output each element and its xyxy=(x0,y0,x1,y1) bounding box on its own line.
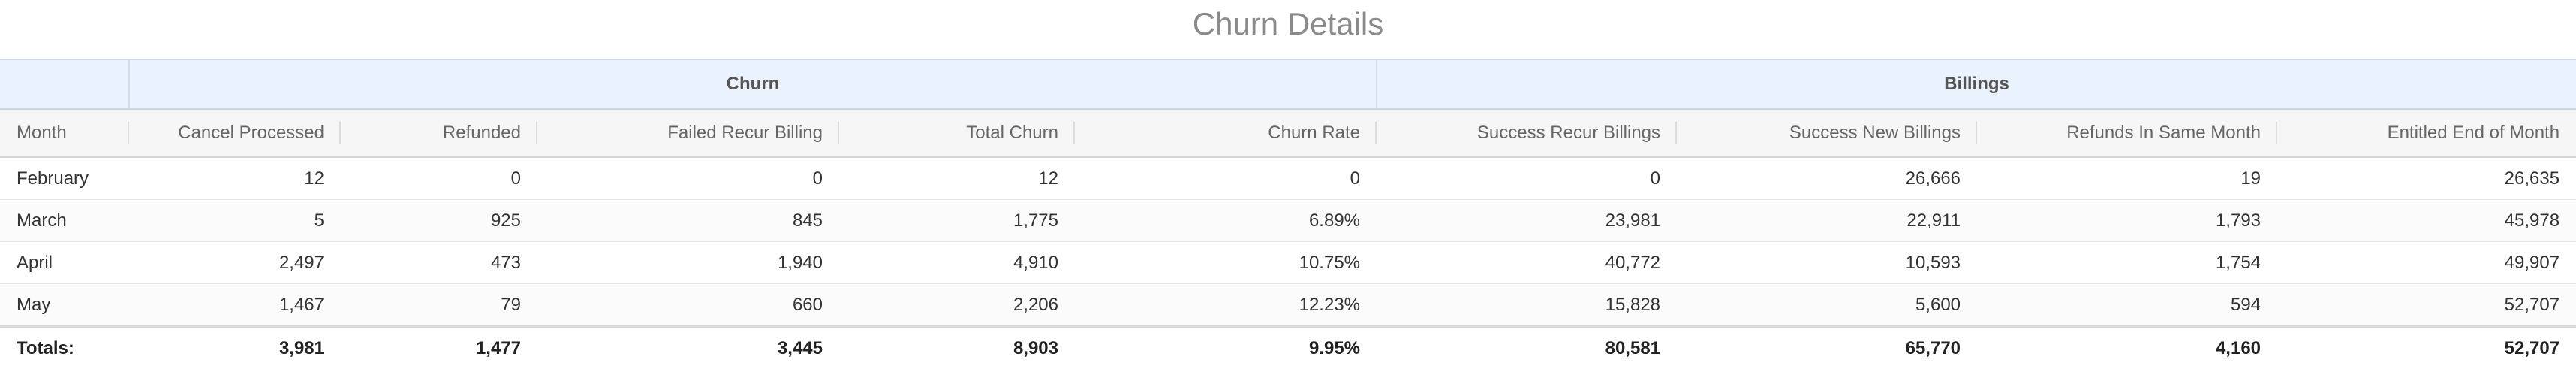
cell-failed-recur-billing: 845 xyxy=(537,199,839,242)
column-header-cancel-processed[interactable]: Cancel Processed xyxy=(129,109,341,158)
cell-cancel-processed: 2,497 xyxy=(129,241,341,284)
cell-churn-rate: 0 xyxy=(1075,157,1377,200)
cell-refunds-in-same-month: 1,793 xyxy=(1977,199,2278,242)
page-title: Churn Details xyxy=(1192,6,1384,41)
column-header-entitled-end-of-month[interactable]: Entitled End of Month xyxy=(2277,109,2576,158)
cell-cancel-processed: 1,467 xyxy=(129,283,341,328)
total-failed-recur-billing: 3,445 xyxy=(537,325,839,369)
cell-success-recur-billings: 15,828 xyxy=(1377,283,1678,328)
cell-churn-rate: 10.75% xyxy=(1075,241,1377,284)
churn-details-table: Churn Billings Month Cancel Processed Re… xyxy=(0,59,2576,369)
cell-total-churn: 1,775 xyxy=(839,199,1075,242)
totals-row: Totals: 3,981 1,477 3,445 8,903 9.95% 80… xyxy=(0,325,2576,369)
cell-month: February xyxy=(0,157,129,200)
total-cancel-processed: 3,981 xyxy=(129,325,341,369)
cell-success-recur-billings: 40,772 xyxy=(1377,241,1678,284)
cell-refunds-in-same-month: 19 xyxy=(1977,157,2278,200)
cell-churn-rate: 6.89% xyxy=(1075,199,1377,242)
cell-success-new-billings: 5,600 xyxy=(1677,283,1978,328)
column-header-refunded[interactable]: Refunded xyxy=(341,109,537,158)
column-header-churn-rate[interactable]: Churn Rate xyxy=(1075,109,1377,158)
column-header-success-new-billings[interactable]: Success New Billings xyxy=(1677,109,1978,158)
table-row: March 5 925 845 1,775 6.89% 23,981 22,91… xyxy=(0,199,2576,242)
total-success-new-billings: 65,770 xyxy=(1677,325,1978,369)
table-row: February 12 0 0 12 0 0 26,666 19 26,635 xyxy=(0,157,2576,200)
column-header-month[interactable]: Month xyxy=(0,109,129,158)
cell-total-churn: 12 xyxy=(839,157,1075,200)
cell-churn-rate: 12.23% xyxy=(1075,283,1377,328)
column-header-total-churn[interactable]: Total Churn xyxy=(839,109,1075,158)
total-success-recur-billings: 80,581 xyxy=(1377,325,1678,369)
cell-success-recur-billings: 23,981 xyxy=(1377,199,1678,242)
cell-success-new-billings: 10,593 xyxy=(1677,241,1978,284)
cell-refunds-in-same-month: 1,754 xyxy=(1977,241,2278,284)
total-entitled-end-of-month: 52,707 xyxy=(2277,325,2576,369)
cell-entitled-end-of-month: 26,635 xyxy=(2277,157,2576,200)
cell-success-recur-billings: 0 xyxy=(1377,157,1678,200)
cell-month: April xyxy=(0,241,129,284)
cell-entitled-end-of-month: 52,707 xyxy=(2277,283,2576,328)
cell-entitled-end-of-month: 49,907 xyxy=(2277,241,2576,284)
cell-refunded: 79 xyxy=(341,283,537,328)
group-header-spacer xyxy=(0,59,129,110)
cell-total-churn: 2,206 xyxy=(839,283,1075,328)
cell-refunds-in-same-month: 594 xyxy=(1977,283,2278,328)
cell-entitled-end-of-month: 45,978 xyxy=(2277,199,2576,242)
group-header-churn: Churn xyxy=(128,59,1377,110)
cell-failed-recur-billing: 660 xyxy=(537,283,839,328)
table-row: April 2,497 473 1,940 4,910 10.75% 40,77… xyxy=(0,241,2576,284)
cell-month: May xyxy=(0,283,129,328)
cell-refunded: 925 xyxy=(341,199,537,242)
cell-refunded: 0 xyxy=(341,157,537,200)
cell-cancel-processed: 12 xyxy=(129,157,341,200)
totals-label: Totals: xyxy=(0,325,129,369)
column-header-failed-recur-billing[interactable]: Failed Recur Billing xyxy=(537,109,839,158)
column-header-success-recur-billings[interactable]: Success Recur Billings xyxy=(1377,109,1678,158)
cell-success-new-billings: 22,911 xyxy=(1677,199,1978,242)
cell-refunded: 473 xyxy=(341,241,537,284)
table-row: May 1,467 79 660 2,206 12.23% 15,828 5,6… xyxy=(0,283,2576,328)
column-header-refunds-in-same-month[interactable]: Refunds In Same Month xyxy=(1977,109,2278,158)
total-total-churn: 8,903 xyxy=(839,325,1075,369)
total-refunds-in-same-month: 4,160 xyxy=(1977,325,2278,369)
cell-cancel-processed: 5 xyxy=(129,199,341,242)
cell-success-new-billings: 26,666 xyxy=(1677,157,1978,200)
cell-month: March xyxy=(0,199,129,242)
total-refunded: 1,477 xyxy=(341,325,537,369)
column-header-row: Month Cancel Processed Refunded Failed R… xyxy=(0,109,2576,158)
total-churn-rate: 9.95% xyxy=(1075,325,1377,369)
cell-failed-recur-billing: 0 xyxy=(537,157,839,200)
cell-failed-recur-billing: 1,940 xyxy=(537,241,839,284)
group-header-billings: Billings xyxy=(1376,59,2576,110)
cell-total-churn: 4,910 xyxy=(839,241,1075,284)
column-group-header-row: Churn Billings xyxy=(0,59,2576,110)
